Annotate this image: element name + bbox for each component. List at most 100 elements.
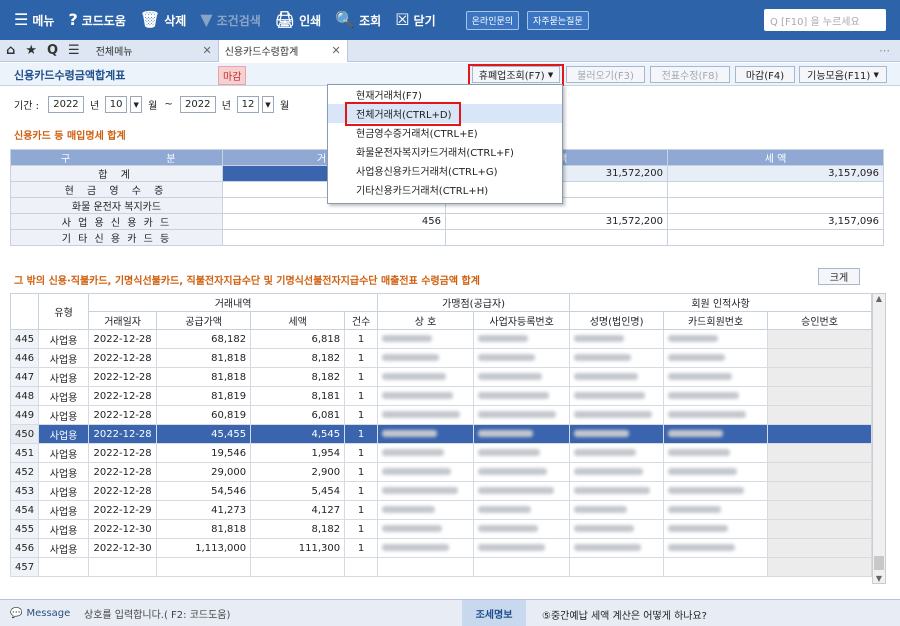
- print-button[interactable]: 🖨 인쇄: [275, 12, 321, 29]
- redacted-cell[interactable]: [377, 462, 475, 482]
- chevron-down-icon[interactable]: ▼: [130, 96, 143, 113]
- redacted-cell[interactable]: [377, 538, 475, 558]
- cell-tax[interactable]: [250, 557, 346, 577]
- redacted-cell[interactable]: [569, 481, 665, 501]
- cell-tax[interactable]: 2,900: [250, 462, 346, 482]
- cell-no[interactable]: 446: [9, 348, 40, 368]
- cell-type[interactable]: 사업용: [38, 538, 90, 558]
- cell-tax[interactable]: 1,954: [250, 443, 346, 463]
- table-row[interactable]: 452 사업용 2022-12-28 29,000 2,900 1: [9, 462, 872, 482]
- redacted-cell[interactable]: [663, 329, 769, 349]
- cell-qty[interactable]: [344, 557, 379, 577]
- table-row[interactable]: 449 사업용 2022-12-28 60,819 6,081 1: [9, 405, 872, 425]
- list-icon[interactable]: ☰: [68, 43, 80, 58]
- cell-supply[interactable]: 68,182: [156, 329, 252, 349]
- table-row[interactable]: 450 사업용 2022-12-28 45,455 4,545 1: [9, 424, 872, 444]
- cell-supply[interactable]: 81,819: [156, 386, 252, 406]
- redacted-cell[interactable]: [473, 462, 571, 482]
- cell-type[interactable]: 사업용: [38, 405, 90, 425]
- cell-qty[interactable]: 1: [344, 405, 379, 425]
- redacted-cell[interactable]: [569, 462, 665, 482]
- cell-supply[interactable]: 60,819: [156, 405, 252, 425]
- chevron-down-icon[interactable]: ▼: [873, 574, 885, 583]
- cell-type[interactable]: 사업용: [38, 443, 90, 463]
- table-row[interactable]: 448 사업용 2022-12-28 81,819 8,181 1: [9, 386, 872, 406]
- cell-tax[interactable]: 6,818: [250, 329, 346, 349]
- cell-qty[interactable]: 1: [344, 443, 379, 463]
- redacted-cell[interactable]: [377, 367, 475, 387]
- faq-button[interactable]: 자주묻는질문: [527, 10, 589, 30]
- cell-type[interactable]: 사업용: [38, 500, 90, 520]
- redacted-cell[interactable]: [663, 386, 769, 406]
- cell-qty[interactable]: 1: [344, 329, 379, 349]
- query-button[interactable]: 🔍 조회: [335, 12, 381, 29]
- cell-date[interactable]: 2022-12-28: [88, 329, 158, 349]
- cell-no[interactable]: 447: [9, 367, 40, 387]
- cell-no[interactable]: 452: [9, 462, 40, 482]
- cell-date[interactable]: 2022-12-28: [88, 481, 158, 501]
- cell-date[interactable]: 2022-12-28: [88, 367, 158, 387]
- cell-tax[interactable]: 5,454: [250, 481, 346, 501]
- close-icon[interactable]: ✕: [331, 44, 340, 57]
- cell-tax[interactable]: 8,182: [250, 348, 346, 368]
- cell-supply[interactable]: 81,818: [156, 519, 252, 539]
- cell-no[interactable]: 456: [9, 538, 40, 558]
- redacted-cell[interactable]: [473, 443, 571, 463]
- cell-no[interactable]: 454: [9, 500, 40, 520]
- chevron-down-icon[interactable]: ▼: [261, 96, 274, 113]
- cell-supply[interactable]: 1,113,000: [156, 538, 252, 558]
- cell-date[interactable]: 2022-12-28: [88, 405, 158, 425]
- redacted-cell[interactable]: [377, 386, 475, 406]
- redacted-cell[interactable]: [473, 367, 571, 387]
- help-question-link[interactable]: ⑤중간예납 세액 계산은 어떻게 하나요?: [542, 607, 707, 622]
- redacted-cell[interactable]: [377, 405, 475, 425]
- cell-date[interactable]: 2022-12-29: [88, 500, 158, 520]
- cell-date[interactable]: 2022-12-28: [88, 462, 158, 482]
- close-icon[interactable]: ✕: [202, 44, 211, 57]
- summary-row[interactable]: 사 업 용 신 용 카 드 456 31,572,200 3,157,096: [10, 213, 884, 230]
- from-month-input[interactable]: 10: [105, 96, 128, 113]
- cell-no[interactable]: 445: [9, 329, 40, 349]
- cell-supply[interactable]: 19,546: [156, 443, 252, 463]
- redacted-cell[interactable]: [663, 538, 769, 558]
- cell-qty[interactable]: 1: [344, 386, 379, 406]
- redacted-cell[interactable]: [569, 405, 665, 425]
- table-row[interactable]: 456 사업용 2022-12-30 1,113,000 111,300 1: [9, 538, 872, 558]
- to-month-input[interactable]: 12: [236, 96, 259, 113]
- cell-type[interactable]: 사업용: [38, 424, 90, 444]
- redacted-cell[interactable]: [473, 481, 571, 501]
- cell-date[interactable]: 2022-12-28: [88, 424, 158, 444]
- delete-button[interactable]: 🗑 삭제: [140, 12, 186, 29]
- redacted-cell[interactable]: [377, 329, 475, 349]
- cell-qty[interactable]: 1: [344, 348, 379, 368]
- redacted-cell[interactable]: [473, 519, 571, 539]
- redacted-cell[interactable]: [473, 329, 571, 349]
- code-help-button[interactable]: ? 코드도움: [68, 12, 125, 29]
- cell-qty[interactable]: 1: [344, 519, 379, 539]
- cell-type[interactable]: 사업용: [38, 367, 90, 387]
- edit-voucher-button[interactable]: 전표수정(F8): [650, 66, 730, 83]
- redacted-cell[interactable]: [663, 348, 769, 368]
- cell-supply[interactable]: 54,546: [156, 481, 252, 501]
- redacted-cell[interactable]: [473, 424, 571, 444]
- redacted-cell[interactable]: [663, 443, 769, 463]
- redacted-cell[interactable]: [569, 443, 665, 463]
- table-row[interactable]: 457: [9, 557, 872, 577]
- vertical-scrollbar[interactable]: ▲ ▼: [872, 293, 886, 584]
- cell-no[interactable]: 455: [9, 519, 40, 539]
- cell-type[interactable]: 사업용: [38, 462, 90, 482]
- enlarge-button[interactable]: 크게: [818, 268, 860, 285]
- redacted-cell[interactable]: [377, 500, 475, 520]
- table-row[interactable]: 454 사업용 2022-12-29 41,273 4,127 1: [9, 500, 872, 520]
- cell-type[interactable]: 사업용: [38, 348, 90, 368]
- table-row[interactable]: 451 사업용 2022-12-28 19,546 1,954 1: [9, 443, 872, 463]
- tab-all-menu[interactable]: 전체메뉴 ✕: [90, 40, 218, 62]
- cell-no[interactable]: 448: [9, 386, 40, 406]
- cell-qty[interactable]: 1: [344, 462, 379, 482]
- redacted-cell[interactable]: [569, 367, 665, 387]
- cell-supply[interactable]: 81,818: [156, 348, 252, 368]
- summary-row[interactable]: 기 타 신 용 카 드 등: [10, 229, 884, 246]
- redacted-cell[interactable]: [663, 424, 769, 444]
- dropdown-item-business[interactable]: 사업용신용카드거래처(CTRL+G): [328, 161, 562, 180]
- redacted-cell[interactable]: [663, 519, 769, 539]
